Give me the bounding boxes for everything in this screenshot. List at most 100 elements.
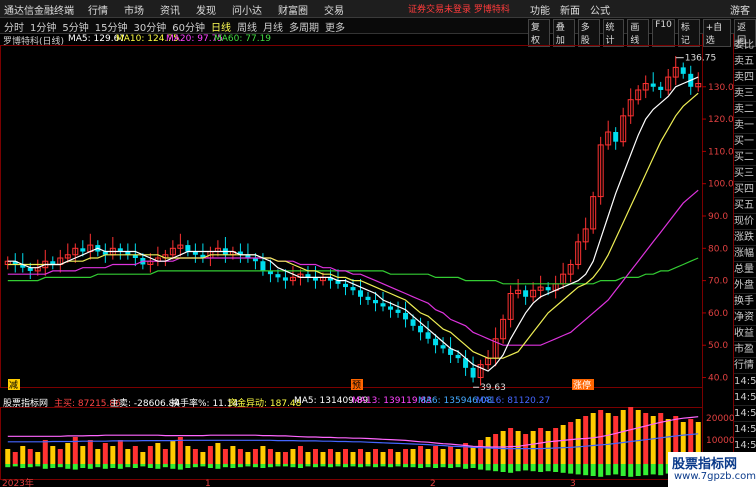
buy-volume-bar xyxy=(260,446,266,464)
kline-chart[interactable]: 130.0 120.0 110.0 100.0 90.0 80.0 70.0 60.0 50.0… xyxy=(0,0,756,487)
side-item: 市盈 xyxy=(734,342,756,358)
sell-volume-bar xyxy=(410,464,416,468)
buy-volume-bar xyxy=(553,428,559,464)
sell-volume-bar xyxy=(478,464,484,470)
candle-body-down xyxy=(365,296,371,300)
sell-volume-bar xyxy=(5,464,11,468)
buy-volume-bar xyxy=(95,449,101,464)
side-item: 涨幅 xyxy=(734,246,756,262)
side-item: 净资 xyxy=(734,310,756,326)
sell-volume-bar xyxy=(327,464,333,468)
buy-volume-bar xyxy=(560,425,566,464)
candle-body-down xyxy=(418,325,424,333)
sell-volume-bar xyxy=(87,464,93,469)
candle-body-down xyxy=(185,245,191,252)
sell-volume-bar xyxy=(102,464,108,469)
candle-body-down xyxy=(680,67,686,74)
sell-volume-bar xyxy=(500,464,506,472)
buy-volume-bar xyxy=(605,413,611,464)
signal-marker-text: 涨停 xyxy=(573,379,591,391)
date-label: 1 xyxy=(205,479,211,487)
buy-volume-bar xyxy=(207,446,213,464)
candle-body-down xyxy=(613,132,619,142)
buy-volume-bar xyxy=(628,407,634,464)
sell-volume-bar xyxy=(635,464,641,476)
side-item: 买五 xyxy=(734,198,756,214)
price-tick-label: 110.0 xyxy=(708,147,734,157)
buy-volume-bar xyxy=(538,428,544,464)
sell-volume-bar xyxy=(170,464,176,469)
sell-volume-bar xyxy=(605,464,611,476)
candle-body-down xyxy=(395,309,401,313)
buy-volume-bar xyxy=(215,443,221,464)
sell-volume-bar xyxy=(380,464,386,467)
candle-body-down xyxy=(658,86,664,90)
sell-volume-bar xyxy=(95,464,101,468)
sell-volume-bar xyxy=(200,464,206,467)
buy-volume-bar xyxy=(57,449,63,464)
sell-volume-bar xyxy=(620,464,626,476)
side-item: 买一 xyxy=(734,134,756,150)
buy-volume-bar xyxy=(455,449,461,464)
buy-volume-bar xyxy=(620,410,626,464)
buy-volume-bar xyxy=(87,440,93,464)
buy-volume-bar xyxy=(515,431,521,464)
buy-volume-bar xyxy=(388,449,394,464)
side-item: 买三 xyxy=(734,166,756,182)
candle-body-down xyxy=(470,367,476,378)
side-item: 14:50 xyxy=(734,406,756,422)
price-tick-label: 100.0 xyxy=(708,180,734,190)
buy-volume-bar xyxy=(282,452,288,464)
buy-volume-bar xyxy=(252,449,258,464)
buy-volume-bar xyxy=(410,449,416,464)
buy-volume-bar xyxy=(222,449,228,464)
side-item: 买四 xyxy=(734,182,756,198)
candle-body-down xyxy=(380,303,386,307)
side-item: 14:50 xyxy=(734,422,756,438)
price-tick-label: 90.0 xyxy=(708,212,728,222)
buy-volume-bar xyxy=(125,449,131,464)
buy-volume-bar xyxy=(530,431,536,464)
buy-volume-bar xyxy=(425,449,431,464)
side-item: 行情 xyxy=(734,358,756,374)
sell-volume-bar xyxy=(65,464,71,469)
sell-volume-bar xyxy=(568,464,574,474)
buy-volume-bar xyxy=(358,449,364,464)
sell-volume-bar xyxy=(388,464,394,468)
watermark-url: www.7gpzb.com xyxy=(674,471,756,482)
sub-tick-label: 10000 xyxy=(706,436,735,446)
buy-volume-bar xyxy=(35,452,41,464)
buy-volume-bar xyxy=(192,449,198,464)
sell-volume-bar xyxy=(132,464,138,468)
candle-body-down xyxy=(545,287,551,291)
buy-volume-bar xyxy=(50,446,56,464)
buy-volume-bar xyxy=(643,413,649,464)
buy-volume-bar xyxy=(140,452,146,464)
buy-volume-bar xyxy=(373,449,379,464)
buy-volume-bar xyxy=(305,452,311,464)
buy-volume-bar xyxy=(568,422,574,464)
sell-volume-bar xyxy=(147,464,153,468)
buy-volume-bar xyxy=(395,452,401,464)
buy-volume-bar xyxy=(162,449,168,464)
candle-body-down xyxy=(373,300,379,304)
buy-volume-bar xyxy=(42,440,48,464)
ma20-line xyxy=(7,189,699,346)
buy-volume-bar xyxy=(380,452,386,464)
side-item: 涨跌 xyxy=(734,230,756,246)
sell-volume-bar xyxy=(215,464,221,469)
sell-volume-bar xyxy=(440,464,446,468)
side-item: 买二 xyxy=(734,150,756,166)
side-item: 卖一 xyxy=(734,118,756,134)
sell-volume-bar xyxy=(470,464,476,468)
sell-volume-bar xyxy=(553,464,559,472)
price-tick-label: 80.0 xyxy=(708,244,728,254)
buy-volume-bar xyxy=(635,410,641,464)
candle-body-down xyxy=(523,290,529,297)
candle-body-down xyxy=(440,345,446,349)
sell-volume-bar xyxy=(628,464,634,477)
buy-volume-bar xyxy=(117,440,123,464)
buy-volume-bar xyxy=(575,419,581,464)
sell-volume-bar xyxy=(350,464,356,467)
candle-body-down xyxy=(350,287,356,291)
